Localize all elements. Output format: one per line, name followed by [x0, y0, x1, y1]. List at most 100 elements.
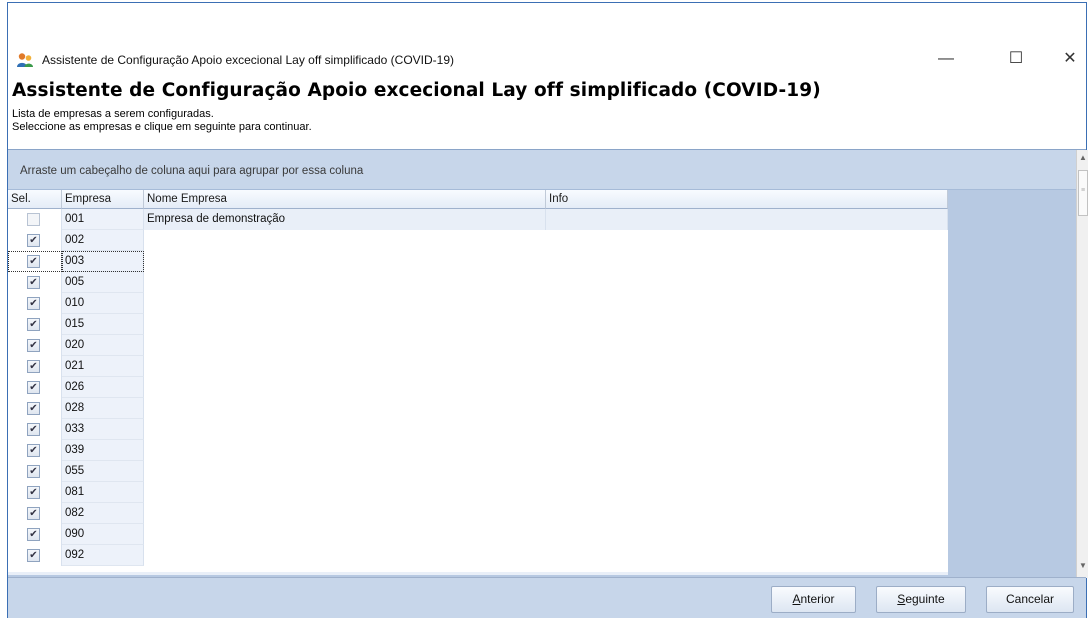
column-header-nome-empresa[interactable]: Nome Empresa: [144, 190, 546, 209]
nome-empresa-cell[interactable]: [144, 503, 546, 524]
select-checkbox[interactable]: ✔: [27, 276, 40, 289]
empresa-cell[interactable]: 001: [62, 209, 144, 230]
select-checkbox[interactable]: ✔: [27, 255, 40, 268]
empresa-cell[interactable]: 033: [62, 419, 144, 440]
empresa-cell[interactable]: 021: [62, 356, 144, 377]
info-cell[interactable]: [546, 545, 948, 566]
select-checkbox[interactable]: ✔: [27, 423, 40, 436]
close-button[interactable]: ✕: [1050, 48, 1090, 72]
nome-empresa-cell[interactable]: [144, 272, 546, 293]
table-row[interactable]: ✔ 055: [8, 461, 948, 482]
select-checkbox[interactable]: ✔: [27, 486, 40, 499]
empresa-cell[interactable]: 028: [62, 398, 144, 419]
empresa-cell[interactable]: 090: [62, 524, 144, 545]
cancelar-button[interactable]: Cancelar: [986, 586, 1074, 613]
select-checkbox[interactable]: ✔: [27, 360, 40, 373]
nome-empresa-cell[interactable]: [144, 230, 546, 251]
empresa-cell[interactable]: 010: [62, 293, 144, 314]
empresa-cell[interactable]: 005: [62, 272, 144, 293]
nome-empresa-cell[interactable]: [144, 335, 546, 356]
maximize-button[interactable]: ☐: [996, 48, 1036, 72]
nome-empresa-cell[interactable]: [144, 293, 546, 314]
nome-empresa-cell[interactable]: [144, 356, 546, 377]
info-cell[interactable]: [546, 230, 948, 251]
table-row[interactable]: ✔ 026: [8, 377, 948, 398]
table-row[interactable]: 001 Empresa de demonstração: [8, 209, 948, 230]
table-row[interactable]: ✔ 039: [8, 440, 948, 461]
nome-empresa-cell[interactable]: [144, 482, 546, 503]
select-checkbox[interactable]: ✔: [27, 549, 40, 562]
info-cell[interactable]: [546, 272, 948, 293]
info-cell[interactable]: [546, 482, 948, 503]
select-checkbox[interactable]: ✔: [27, 339, 40, 352]
empresa-cell[interactable]: 015: [62, 314, 144, 335]
info-cell[interactable]: [546, 503, 948, 524]
nome-empresa-cell[interactable]: [144, 440, 546, 461]
empresa-cell[interactable]: 039: [62, 440, 144, 461]
select-checkbox[interactable]: ✔: [27, 444, 40, 457]
empresa-cell[interactable]: 092: [62, 545, 144, 566]
column-header-sel[interactable]: Sel.: [8, 190, 62, 209]
column-header-info[interactable]: Info: [546, 190, 948, 209]
table-row[interactable]: ✔ 092: [8, 545, 948, 566]
empresa-cell[interactable]: 081: [62, 482, 144, 503]
select-checkbox[interactable]: ✔: [27, 318, 40, 331]
select-checkbox[interactable]: ✔: [27, 465, 40, 478]
vertical-scrollbar[interactable]: ▲ ≡ ▼: [1076, 150, 1088, 578]
nome-empresa-cell[interactable]: [144, 251, 546, 272]
empresa-cell[interactable]: 020: [62, 335, 144, 356]
nome-empresa-cell[interactable]: [144, 398, 546, 419]
info-cell[interactable]: [546, 440, 948, 461]
empresa-cell[interactable]: 055: [62, 461, 144, 482]
empresa-cell[interactable]: 003: [62, 251, 144, 272]
nome-empresa-cell[interactable]: [144, 377, 546, 398]
table-row[interactable]: ✔ 033: [8, 419, 948, 440]
empresa-cell[interactable]: 026: [62, 377, 144, 398]
select-checkbox[interactable]: ✔: [27, 381, 40, 394]
select-checkbox[interactable]: ✔: [27, 402, 40, 415]
column-header-empresa[interactable]: Empresa: [62, 190, 144, 209]
table-row[interactable]: ✔ 021: [8, 356, 948, 377]
scroll-thumb[interactable]: ≡: [1078, 170, 1088, 216]
info-cell[interactable]: [546, 461, 948, 482]
select-checkbox[interactable]: [27, 213, 40, 226]
anterior-button[interactable]: Anterior: [771, 586, 856, 613]
scroll-up-arrow-icon[interactable]: ▲: [1077, 152, 1089, 164]
nome-empresa-cell[interactable]: [144, 545, 546, 566]
info-cell[interactable]: [546, 251, 948, 272]
nome-empresa-cell[interactable]: Empresa de demonstração: [144, 209, 546, 230]
select-checkbox[interactable]: ✔: [27, 234, 40, 247]
info-cell[interactable]: [546, 356, 948, 377]
info-cell[interactable]: [546, 335, 948, 356]
info-cell[interactable]: [546, 398, 948, 419]
table-row[interactable]: ✔ 028: [8, 398, 948, 419]
nome-empresa-cell[interactable]: [144, 419, 546, 440]
select-checkbox[interactable]: ✔: [27, 297, 40, 310]
select-checkbox[interactable]: ✔: [27, 528, 40, 541]
info-cell[interactable]: [546, 377, 948, 398]
table-row[interactable]: ✔ 010: [8, 293, 948, 314]
table-row[interactable]: ✔ 082: [8, 503, 948, 524]
table-row[interactable]: ✔ 002: [8, 230, 948, 251]
table-row[interactable]: ✔ 015: [8, 314, 948, 335]
info-cell[interactable]: [546, 209, 948, 230]
table-row[interactable]: ✔ 005: [8, 272, 948, 293]
nome-empresa-cell[interactable]: [144, 461, 546, 482]
table-row[interactable]: ✔ 081: [8, 482, 948, 503]
empresa-cell[interactable]: 002: [62, 230, 144, 251]
info-cell[interactable]: [546, 293, 948, 314]
info-cell[interactable]: [546, 524, 948, 545]
info-cell[interactable]: [546, 419, 948, 440]
info-cell[interactable]: [546, 314, 948, 335]
seguinte-button[interactable]: Seguinte: [876, 586, 966, 613]
table-row[interactable]: ✔ 003: [8, 251, 948, 272]
empresa-cell[interactable]: 082: [62, 503, 144, 524]
group-by-panel[interactable]: Arraste um cabeçalho de coluna aqui para…: [8, 150, 1076, 190]
table-row[interactable]: ✔ 020: [8, 335, 948, 356]
select-checkbox[interactable]: ✔: [27, 507, 40, 520]
nome-empresa-cell[interactable]: [144, 314, 546, 335]
nome-empresa-cell[interactable]: [144, 524, 546, 545]
table-row[interactable]: ✔ 090: [8, 524, 948, 545]
scroll-down-arrow-icon[interactable]: ▼: [1077, 560, 1089, 572]
minimize-button[interactable]: —: [926, 48, 966, 72]
